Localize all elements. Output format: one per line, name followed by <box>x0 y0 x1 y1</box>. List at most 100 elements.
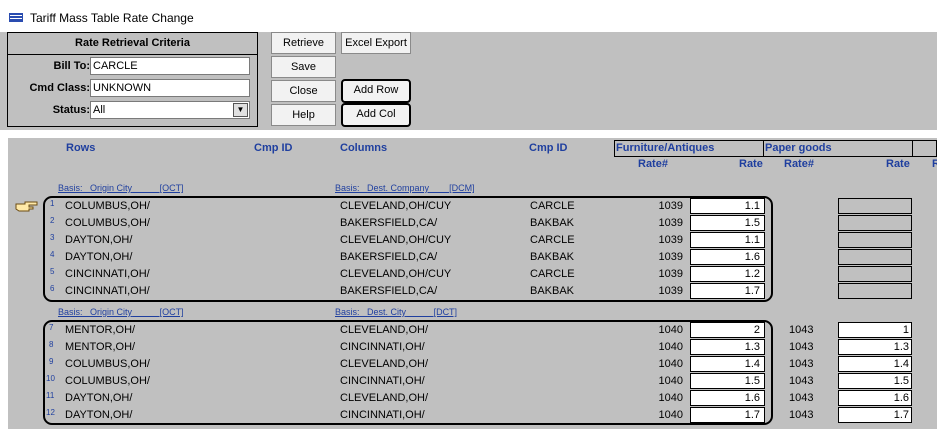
basis-label: Basis: <box>58 307 83 317</box>
status-value: All <box>93 104 106 116</box>
row-basis-1[interactable]: Basis: Origin City [OCT] <box>58 183 184 193</box>
bill-to-label: Bill To: <box>53 60 90 72</box>
rate-input-2[interactable]: 1.5 <box>838 373 912 389</box>
basis-field: Origin City <box>90 183 133 193</box>
rate-input-empty[interactable] <box>838 215 912 231</box>
help-button[interactable]: Help <box>271 104 336 126</box>
rate-input-2[interactable]: 1 <box>838 322 912 338</box>
retrieve-button[interactable]: Retrieve <box>271 32 336 54</box>
add-col-button[interactable]: Add Col <box>341 103 411 127</box>
dest-cell: CLEVELAND,OH/ <box>340 324 429 336</box>
dest-cell: CLEVELAND,OH/ <box>340 358 429 370</box>
save-button[interactable]: Save <box>271 56 336 78</box>
origin-cell: DAYTON,OH/ <box>65 392 133 404</box>
rows-header: Rows <box>66 142 96 154</box>
origin-cell: DAYTON,OH/ <box>65 409 133 421</box>
origin-cell: MENTOR,OH/ <box>65 341 136 353</box>
bill-to-input[interactable]: CARCLE <box>90 57 250 75</box>
rate-number-cell: 1040 <box>658 375 683 387</box>
rate-input[interactable]: 1.7 <box>690 283 765 299</box>
basis-label: Basis: <box>335 183 360 193</box>
status-select[interactable]: All ▼ <box>90 101 250 119</box>
rate-input-empty[interactable] <box>838 266 912 282</box>
rate-input-2[interactable]: 1.7 <box>838 407 912 423</box>
dest-cell: CLEVELAND,OH/ <box>340 392 429 404</box>
dest-cell: BAKERSFIELD,CA/ <box>340 251 438 263</box>
rate-input[interactable]: 1.5 <box>690 215 765 231</box>
window-title: Tariff Mass Table Rate Change <box>30 11 194 25</box>
origin-cell: COLUMBUS,OH/ <box>65 375 150 387</box>
rate-input-2[interactable]: 1.3 <box>838 339 912 355</box>
rate-number-cell: 1039 <box>658 217 683 229</box>
row-number: 4 <box>50 250 55 259</box>
dest-cell: CLEVELAND,OH/CUY <box>340 234 452 246</box>
chevron-down-icon[interactable]: ▼ <box>233 103 248 117</box>
rate-num-header: Rate# <box>638 158 668 170</box>
row-number: 3 <box>50 233 55 242</box>
origin-cell: COLUMBUS,OH/ <box>65 217 150 229</box>
rate-number-cell: 1040 <box>658 341 683 353</box>
criteria-panel: Rate Retrieval Criteria Bill To: CARCLE … <box>7 32 258 127</box>
row-number: 12 <box>46 408 55 417</box>
origin-cell: CINCINNATI,OH/ <box>65 285 150 297</box>
columns-header: Columns <box>340 142 388 154</box>
row-number: 11 <box>46 391 55 400</box>
rate-input[interactable]: 1.5 <box>690 373 765 389</box>
rate-input[interactable]: 1.6 <box>690 390 765 406</box>
column-group-furniture[interactable]: Furniture/Antiques <box>614 140 764 157</box>
rate-number-cell-2: 1043 <box>789 409 814 421</box>
row-number: 8 <box>49 340 54 349</box>
rate-input-empty[interactable] <box>838 198 912 214</box>
origin-cell: CINCINNATI,OH/ <box>65 268 150 280</box>
rate-input-empty[interactable] <box>838 249 912 265</box>
origin-cell: COLUMBUS,OH/ <box>65 358 150 370</box>
rate-input[interactable]: 1.1 <box>690 232 765 248</box>
rate-header-3: R <box>932 158 937 170</box>
column-group-paper[interactable]: Paper goods <box>763 140 913 157</box>
rate-input-empty[interactable] <box>838 283 912 299</box>
rate-number-cell: 1040 <box>658 392 683 404</box>
dest-cell: BAKERSFIELD,CA/ <box>340 217 438 229</box>
rate-number-cell-2: 1043 <box>789 341 814 353</box>
rate-number-cell-2: 1043 <box>789 392 814 404</box>
status-label: Status: <box>52 104 90 116</box>
row-number: 9 <box>49 357 54 366</box>
rate-number-cell-2: 1043 <box>789 375 814 387</box>
origin-cell: MENTOR,OH/ <box>65 324 136 336</box>
row-basis-2[interactable]: Basis: Origin City [OCT] <box>58 307 184 317</box>
excel-export-button[interactable]: Excel Export <box>341 32 411 54</box>
rate-input-empty[interactable] <box>838 232 912 248</box>
column-basis-1[interactable]: Basis: Dest. Company [DCM] <box>335 183 475 193</box>
rate-input-2[interactable]: 1.6 <box>838 390 912 406</box>
dest-cell: CLEVELAND,OH/CUY <box>340 268 452 280</box>
basis-label: Basis: <box>335 307 360 317</box>
rate-number-cell-2: 1043 <box>789 358 814 370</box>
column-group-next <box>912 140 937 157</box>
cmp-id-cell: CARCLE <box>530 268 575 280</box>
rate-input[interactable]: 1.3 <box>690 339 765 355</box>
cmp-id-cell: BAKBAK <box>530 217 575 229</box>
basis-field: Origin City <box>90 307 133 317</box>
add-row-button[interactable]: Add Row <box>341 79 411 103</box>
rate-number-cell: 1039 <box>658 268 683 280</box>
rate-input[interactable]: 1.7 <box>690 407 765 423</box>
basis-field: Dest. City <box>367 307 407 317</box>
rate-input[interactable]: 1.2 <box>690 266 765 282</box>
cmp-id-cell: CARCLE <box>530 200 575 212</box>
rate-input-2[interactable]: 1.4 <box>838 356 912 372</box>
dest-cell: CINCINNATI,OH/ <box>340 375 425 387</box>
cmd-class-input[interactable]: UNKNOWN <box>90 79 250 97</box>
close-button[interactable]: Close <box>271 80 336 102</box>
rate-number-cell: 1040 <box>658 409 683 421</box>
rate-number-cell: 1039 <box>658 200 683 212</box>
cmp-id-cell: CARCLE <box>530 234 575 246</box>
rate-input[interactable]: 1.1 <box>690 198 765 214</box>
rate-input[interactable]: 1.6 <box>690 249 765 265</box>
dest-cell: CINCINNATI,OH/ <box>340 341 425 353</box>
cmp-id-cell: BAKBAK <box>530 251 575 263</box>
rate-input[interactable]: 1.4 <box>690 356 765 372</box>
dest-cell: CLEVELAND,OH/CUY <box>340 200 452 212</box>
column-basis-2[interactable]: Basis: Dest. City [DCT] <box>335 307 457 317</box>
rate-input[interactable]: 2 <box>690 322 765 338</box>
origin-cell: DAYTON,OH/ <box>65 251 133 263</box>
